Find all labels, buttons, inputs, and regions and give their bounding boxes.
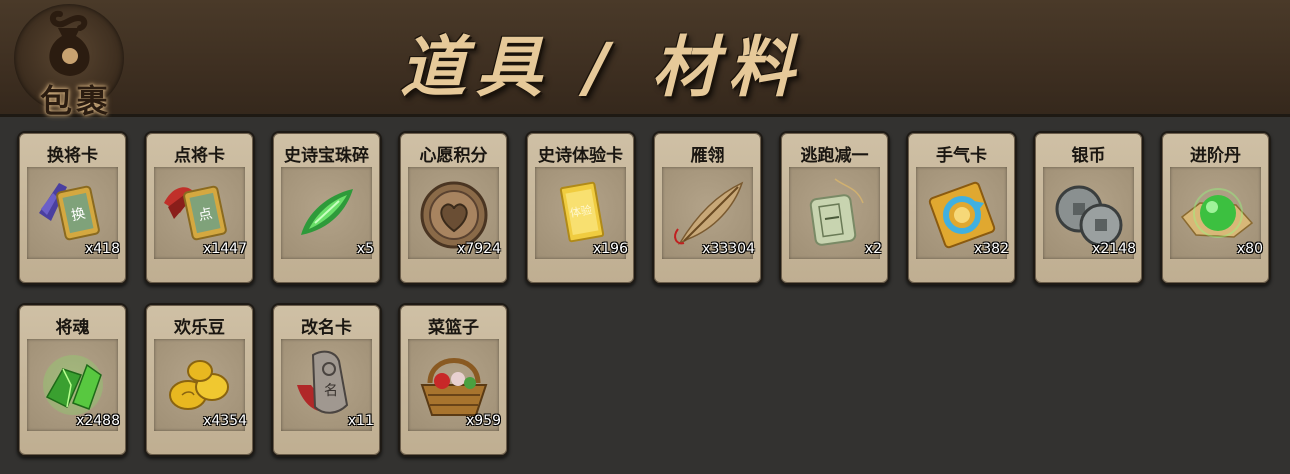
item-card[interactable]: 手气卡 x382	[906, 131, 1017, 285]
page-title: 道具 / 材料	[400, 29, 805, 106]
svg-text:名: 名	[324, 383, 338, 399]
item-card[interactable]: 将魂 x2488	[17, 303, 128, 457]
item-count: x11	[347, 413, 374, 429]
item-card[interactable]: 逃跑减一 x2	[779, 131, 890, 285]
item-count: x7924	[457, 241, 501, 257]
item-name: 进阶丹	[1190, 146, 1241, 166]
inventory-header: 包裹 道具 / 材料	[0, 0, 1290, 120]
item-count: x2488	[76, 413, 120, 429]
item-name: 史诗体验卡	[538, 146, 623, 166]
item-name: 银币	[1071, 146, 1106, 166]
item-count: x33304	[702, 241, 755, 257]
item-count: x80	[1236, 241, 1263, 257]
item-card[interactable]: 换将卡 换 x418	[17, 131, 128, 285]
item-name: 点将卡	[174, 146, 225, 166]
item-card[interactable]: 点将卡 点 x1447	[144, 131, 255, 285]
item-card[interactable]: 菜篮子 x959	[398, 303, 509, 457]
item-name: 欢乐豆	[174, 318, 225, 338]
item-count: x382	[973, 241, 1009, 257]
item-card[interactable]: 雁翎 x33304	[652, 131, 763, 285]
item-count: x418	[84, 241, 120, 257]
item-name: 将魂	[55, 318, 90, 338]
item-card[interactable]: 心愿积分 x7924	[398, 131, 509, 285]
item-card[interactable]: 银币 x2148	[1033, 131, 1144, 285]
item-count: x5	[356, 241, 374, 257]
item-count: x1447	[203, 241, 247, 257]
item-name: 史诗宝珠碎	[284, 146, 369, 166]
item-count: x196	[592, 241, 628, 257]
item-card[interactable]: 进阶丹 x80	[1160, 131, 1271, 285]
item-name: 心愿积分	[419, 146, 488, 166]
item-card[interactable]: 史诗宝珠碎 x5	[271, 131, 382, 285]
money-bag-icon	[49, 10, 90, 76]
jade-token-icon	[809, 178, 864, 246]
item-count: x2148	[1092, 241, 1136, 257]
item-name: 改名卡	[301, 318, 352, 338]
item-name: 换将卡	[47, 146, 98, 166]
item-name: 手气卡	[936, 146, 987, 166]
item-name: 雁翎	[690, 146, 725, 166]
green-gem-shard-icon	[301, 189, 353, 235]
item-name: 逃跑减一	[800, 146, 869, 166]
item-count: x4354	[203, 413, 247, 429]
bag-badge[interactable]: 包裹	[10, 4, 138, 120]
item-name: 菜篮子	[428, 318, 479, 338]
bag-label: 包裹	[39, 82, 112, 120]
item-card[interactable]: 史诗体验卡 体验 x196	[525, 131, 636, 285]
item-count: x959	[465, 413, 501, 429]
item-card[interactable]: 改名卡 名 x11	[271, 303, 382, 457]
item-count: x2	[864, 241, 882, 257]
item-card[interactable]: 欢乐豆 x4354	[144, 303, 255, 457]
